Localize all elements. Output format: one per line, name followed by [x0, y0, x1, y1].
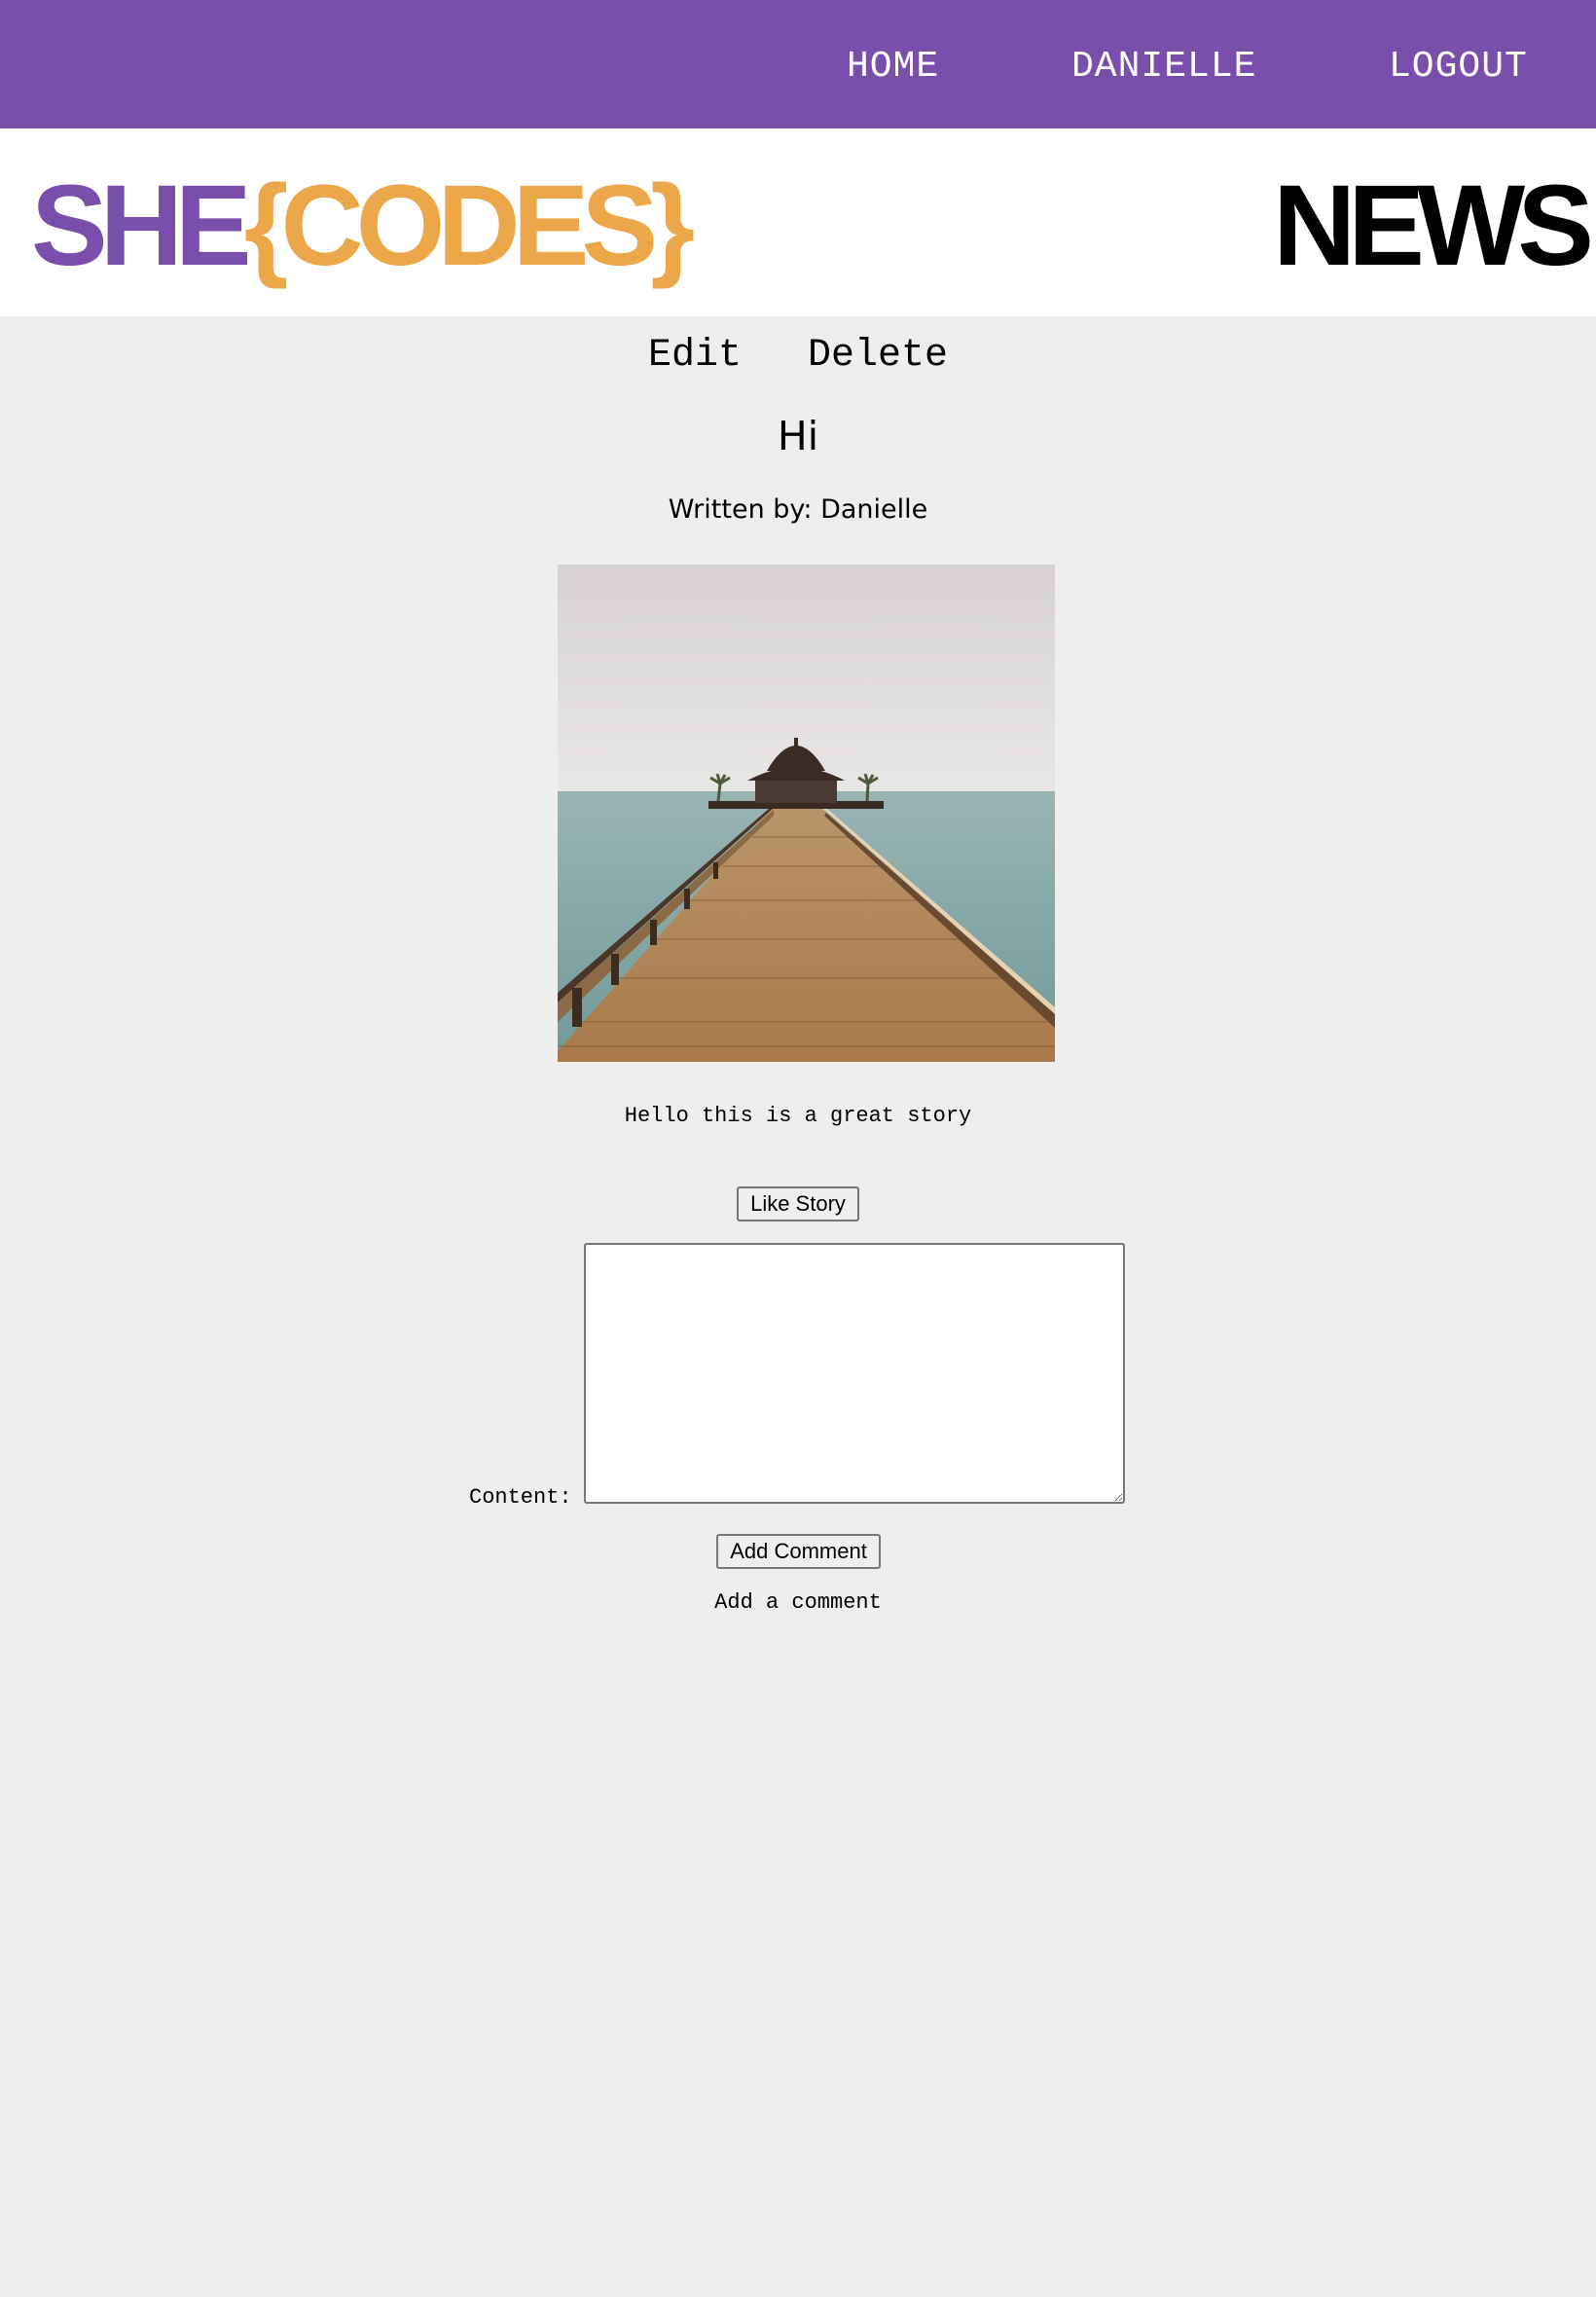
add-comment-hint: Add a comment [714, 1590, 882, 1615]
story-content: Hello this is a great story [624, 1104, 972, 1128]
nav-logout-link[interactable]: LOGOUT [1389, 45, 1528, 90]
story-byline: Written by: Danielle [668, 494, 928, 525]
nav-home-link[interactable]: HOME [847, 45, 939, 90]
like-story-button[interactable]: Like Story [737, 1186, 859, 1221]
story-image [558, 565, 1055, 1062]
news-heading: NEWS [1273, 162, 1594, 290]
content-label: Content: [469, 1485, 572, 1510]
shecodes-logo[interactable]: SHE{CODES} [31, 167, 695, 284]
add-comment-button[interactable]: Add Comment [716, 1534, 881, 1569]
brand-bar: SHE{CODES} NEWS [0, 128, 1596, 316]
delete-link[interactable]: Delete [808, 334, 948, 378]
nav-user-link[interactable]: DANIELLE [1071, 45, 1256, 90]
logo-she-text: SHE [31, 162, 252, 290]
top-navigation: HOME DANIELLE LOGOUT [0, 0, 1596, 128]
logo-codes-text: {CODES} [243, 162, 695, 290]
comment-content-input[interactable] [584, 1243, 1125, 1504]
edit-link[interactable]: Edit [648, 334, 742, 378]
story-title: Hi [777, 413, 819, 459]
story-actions: Edit Delete [0, 334, 1596, 379]
